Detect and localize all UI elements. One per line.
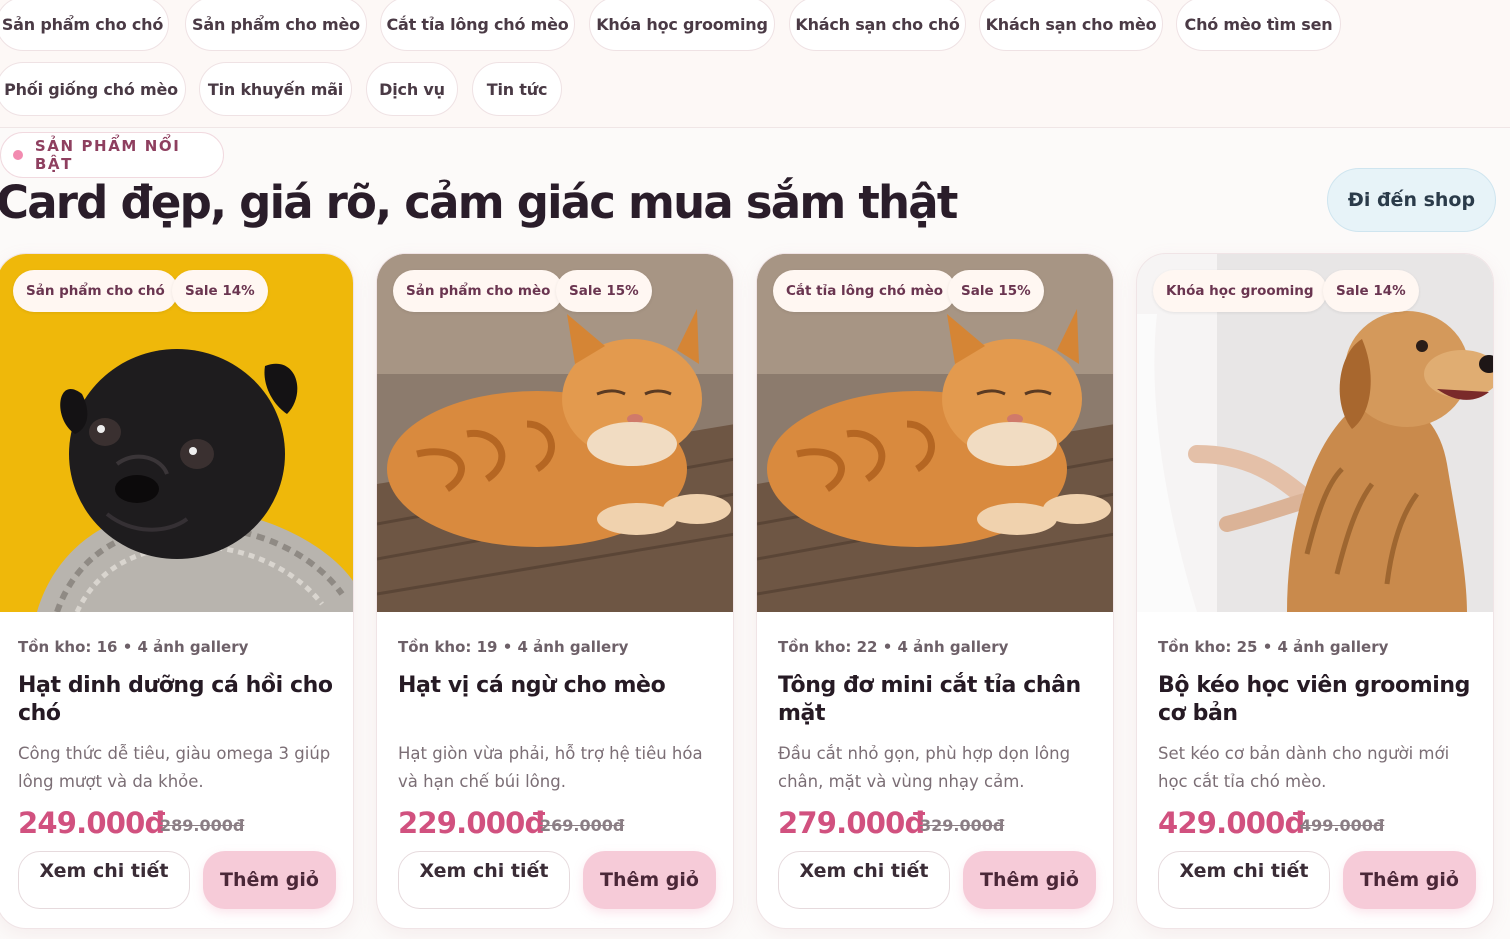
category-tag: Khóa học grooming xyxy=(1153,270,1327,312)
nav-item-promotions[interactable]: Tin khuyến mãi xyxy=(199,62,352,116)
category-nav: Sản phẩm cho chó Sản phẩm cho mèo Cắt tỉ… xyxy=(0,0,1510,128)
product-price: 279.000đ xyxy=(778,806,925,840)
product-card[interactable]: Khóa học grooming Sale 14% Tồn kho: 25 •… xyxy=(1136,253,1494,929)
view-detail-button[interactable]: Xem chi tiết xyxy=(778,851,950,909)
stock-meta: Tồn kho: 22 • 4 ảnh gallery xyxy=(778,638,1009,656)
product-price: 429.000đ xyxy=(1158,806,1305,840)
add-to-cart-button[interactable]: Thêm giỏ xyxy=(963,851,1096,909)
product-card[interactable]: Cắt tỉa lông chó mèo Sale 15% Tồn kho: 2… xyxy=(756,253,1114,929)
badge-label: SẢN PHẨM NỔI BẬT xyxy=(34,137,181,173)
nav-item-breeding[interactable]: Phối giống chó mèo xyxy=(0,62,186,116)
product-card[interactable]: Sản phẩm cho mèo Sale 15% Tồn kho: 19 • … xyxy=(376,253,734,929)
product-price: 249.000đ xyxy=(18,806,165,840)
sale-tag: Sale 14% xyxy=(172,270,268,312)
section-badge: SẢN PHẨM NỔI BẬT xyxy=(0,132,224,178)
category-tag: Cắt tỉa lông chó mèo xyxy=(773,270,957,312)
view-detail-button[interactable]: Xem chi tiết xyxy=(18,851,190,909)
sale-tag: Sale 14% xyxy=(1323,270,1419,312)
stock-meta: Tồn kho: 16 • 4 ảnh gallery xyxy=(18,638,249,656)
old-price: 499.000đ xyxy=(1300,816,1385,835)
add-to-cart-button[interactable]: Thêm giỏ xyxy=(1343,851,1476,909)
product-title[interactable]: Bộ kéo học viên grooming cơ bản xyxy=(1158,672,1483,728)
nav-item-news[interactable]: Tin tức xyxy=(472,62,562,116)
old-price: 289.000đ xyxy=(160,816,245,835)
nav-item-grooming[interactable]: Cắt tỉa lông chó mèo xyxy=(380,0,575,51)
product-description: Công thức dễ tiêu, giàu omega 3 giúp lôn… xyxy=(18,744,331,791)
badge-dot xyxy=(13,150,23,160)
view-detail-button[interactable]: Xem chi tiết xyxy=(1158,851,1330,909)
view-detail-button[interactable]: Xem chi tiết xyxy=(398,851,570,909)
sale-tag: Sale 15% xyxy=(556,270,652,312)
product-card[interactable]: Sản phẩm cho chó Sale 14% Tồn kho: 16 • … xyxy=(0,253,354,929)
nav-item-services[interactable]: Dịch vụ xyxy=(366,62,458,116)
section-headline: Card đẹp, giá rõ, cảm giác mua sắm thật xyxy=(0,176,958,229)
stock-meta: Tồn kho: 19 • 4 ảnh gallery xyxy=(398,638,629,656)
product-title[interactable]: Hạt dinh dưỡng cá hồi cho chó xyxy=(18,672,343,728)
nav-item-cat-hotel[interactable]: Khách sạn cho mèo xyxy=(979,0,1163,51)
nav-item-grooming-course[interactable]: Khóa học grooming xyxy=(589,0,775,51)
old-price: 329.000đ xyxy=(920,816,1005,835)
stock-meta: Tồn kho: 25 • 4 ảnh gallery xyxy=(1158,638,1389,656)
go-to-shop-button[interactable]: Đi đến shop xyxy=(1327,168,1496,232)
nav-item-dog-products[interactable]: Sản phẩm cho chó xyxy=(0,0,169,51)
category-tag: Sản phẩm cho chó xyxy=(13,270,178,312)
add-to-cart-button[interactable]: Thêm giỏ xyxy=(203,851,336,909)
sale-tag: Sale 15% xyxy=(948,270,1044,312)
product-description: Đầu cắt nhỏ gọn, phù hợp dọn lông chân, … xyxy=(778,744,1071,791)
category-tag: Sản phẩm cho mèo xyxy=(393,270,564,312)
add-to-cart-button[interactable]: Thêm giỏ xyxy=(583,851,716,909)
product-description: Hạt giòn vừa phải, hỗ trợ hệ tiêu hóa và… xyxy=(398,744,703,791)
nav-item-adoption[interactable]: Chó mèo tìm sen xyxy=(1176,0,1341,51)
nav-item-dog-hotel[interactable]: Khách sạn cho chó xyxy=(789,0,966,51)
nav-item-cat-products[interactable]: Sản phẩm cho mèo xyxy=(185,0,367,51)
product-price: 229.000đ xyxy=(398,806,545,840)
product-title[interactable]: Tông đơ mini cắt tỉa chân mặt xyxy=(778,672,1103,728)
product-title[interactable]: Hạt vị cá ngừ cho mèo xyxy=(398,672,723,700)
product-description: Set kéo cơ bản dành cho người mới học cắ… xyxy=(1158,744,1450,791)
old-price: 269.000đ xyxy=(540,816,625,835)
